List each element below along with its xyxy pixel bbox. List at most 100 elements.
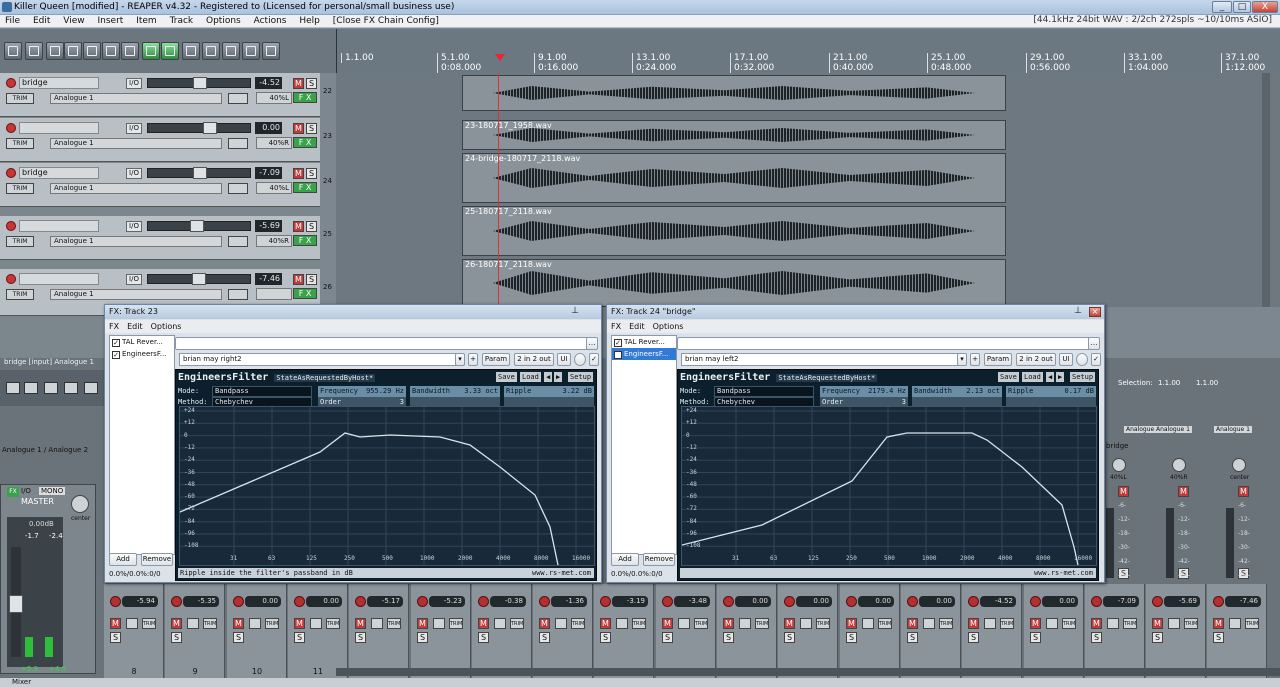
prev-preset-icon[interactable]: ◀	[1046, 372, 1055, 382]
trim-button[interactable]: TRIM	[878, 618, 892, 629]
mixer-strip[interactable]: 0.00 M S TRIM 11	[288, 584, 348, 678]
solo-button[interactable]: S	[171, 632, 182, 643]
item-grouping-icon[interactable]	[161, 42, 179, 60]
mute-button[interactable]: M	[293, 78, 304, 89]
menu-item[interactable]: Item	[131, 15, 162, 28]
phase-button[interactable]	[616, 618, 628, 629]
monitor-button[interactable]	[228, 236, 248, 247]
menu-actions[interactable]: Actions	[249, 15, 292, 28]
mute-button[interactable]: M	[662, 618, 673, 629]
solo-button[interactable]: S	[1091, 632, 1102, 643]
solo-button[interactable]: S	[306, 274, 317, 285]
trim-button[interactable]: TRIM	[1062, 618, 1076, 629]
phase-button[interactable]	[1107, 618, 1119, 629]
mixer-strip[interactable]: -5.69MSTRIM25	[1146, 584, 1206, 678]
fx-menu-fx[interactable]: FX	[607, 322, 625, 331]
stop-icon[interactable]	[24, 382, 38, 394]
setup-button[interactable]: Setup	[568, 372, 594, 382]
maximize-button[interactable]: □	[1233, 1, 1251, 13]
solo-button[interactable]: S	[306, 78, 317, 89]
solo-button[interactable]: S	[907, 632, 918, 643]
master-pan-knob[interactable]	[71, 495, 89, 513]
fx-window-track-24[interactable]: FX: Track 24 "bridge" ⊥ × FX Edit Options …	[606, 304, 1105, 583]
selection-end[interactable]: 1.1.00	[1196, 379, 1218, 387]
track-pan-control[interactable]	[256, 288, 292, 300]
record-arm-icon[interactable]	[907, 596, 918, 607]
right-strip-input[interactable]: Analogue 1	[1214, 426, 1252, 433]
mode-select[interactable]: Bandpass	[714, 386, 814, 397]
right-strip-fader[interactable]	[1166, 508, 1174, 578]
frequency-response-plot[interactable]: +24 +12 0 -12 -24 -36 -48 -60 -72 -84 -96 -108 31 63 1…	[681, 406, 1097, 566]
fx-chain-item[interactable]: ✓ TAL Rever...	[612, 336, 676, 348]
mute-button[interactable]: M	[907, 618, 918, 629]
play-icon[interactable]	[44, 382, 58, 394]
mixer-strip[interactable]: -5.23MSTRIM13	[411, 584, 471, 678]
right-strip-fader[interactable]	[1226, 508, 1234, 578]
auto-crossfade-icon[interactable]	[142, 42, 160, 60]
record-arm-icon[interactable]	[478, 596, 489, 607]
envelope-lock-icon[interactable]	[202, 42, 220, 60]
record-arm-icon[interactable]	[6, 168, 16, 178]
mixer-strip[interactable]: -5.35 M S TRIM 9	[165, 584, 225, 678]
preset-dropdown-arrow-icon[interactable]: ▾	[455, 353, 465, 366]
mute-button[interactable]: M	[968, 618, 979, 629]
bypass-checkbox[interactable]: ✓	[1091, 353, 1101, 366]
right-strip-pan-knob[interactable]	[1232, 458, 1246, 472]
track-input-select[interactable]: Analogue 1	[50, 138, 222, 149]
io-routing-button[interactable]: 2 in 2 out	[514, 353, 554, 366]
pin-icon[interactable]: ⊥	[571, 306, 579, 316]
horizontal-scrollbar[interactable]	[336, 668, 1280, 676]
record-arm-icon[interactable]	[417, 596, 428, 607]
track-header[interactable]: I/O 0.00 M S TRIM Analogue 1 40%R F X	[0, 118, 320, 162]
track-name-field[interactable]	[19, 220, 99, 232]
metronome-icon[interactable]	[121, 42, 139, 60]
record-arm-icon[interactable]	[1213, 596, 1224, 607]
track-io-button[interactable]: I/O	[126, 274, 142, 285]
mute-button[interactable]: M	[233, 618, 244, 629]
fx-chain-item[interactable]: ✓ TAL Rever...	[110, 336, 174, 348]
phase-button[interactable]	[249, 618, 261, 629]
track-volume-slider[interactable]	[147, 220, 251, 232]
track-io-button[interactable]: I/O	[126, 123, 142, 134]
mute-button[interactable]: M	[1213, 618, 1224, 629]
preset-dropdown[interactable]: brian may left2	[681, 353, 959, 366]
record-arm-icon[interactable]	[6, 221, 16, 231]
phase-button[interactable]	[126, 618, 138, 629]
record-arm-icon[interactable]	[539, 596, 550, 607]
trim-button[interactable]: TRIM	[6, 289, 34, 300]
redo-icon[interactable]	[102, 42, 120, 60]
fx-button[interactable]: F X	[293, 182, 317, 193]
phase-button[interactable]	[310, 618, 322, 629]
pause-icon[interactable]	[64, 382, 78, 394]
right-strip-input[interactable]: Analogue 1	[1154, 426, 1192, 433]
media-item[interactable]	[462, 75, 1006, 111]
menu-edit[interactable]: Edit	[28, 15, 55, 28]
monitor-button[interactable]	[228, 289, 248, 300]
phase-button[interactable]	[187, 618, 199, 629]
mixer-strip[interactable]: -0.38MSTRIM14	[472, 584, 532, 678]
fx-menu-edit[interactable]: Edit	[625, 322, 649, 331]
solo-button[interactable]: S	[417, 632, 428, 643]
ripple-slider[interactable]: Ripple 0.17 dB	[1006, 386, 1096, 397]
record-arm-icon[interactable]	[110, 596, 121, 607]
record-arm-icon[interactable]	[600, 596, 611, 607]
more-icon[interactable]: …	[1088, 337, 1100, 350]
record-arm-icon[interactable]	[1030, 596, 1041, 607]
phase-button[interactable]	[1229, 618, 1241, 629]
mixer-strip[interactable]: 0.00MSTRIM18	[717, 584, 777, 678]
loop-icon[interactable]	[242, 42, 260, 60]
load-button[interactable]: Load	[520, 372, 541, 382]
track-volume-slider[interactable]	[147, 273, 251, 285]
master-mono-button[interactable]: MONO	[39, 487, 66, 495]
track-name-field[interactable]	[19, 273, 99, 285]
phase-button[interactable]	[800, 618, 812, 629]
menu-file[interactable]: File	[0, 15, 25, 28]
phase-button[interactable]	[984, 618, 996, 629]
trim-button[interactable]: TRIM	[6, 93, 34, 104]
param-button[interactable]: Param	[482, 353, 510, 366]
remove-fx-button[interactable]: Remove	[643, 553, 675, 566]
close-icon[interactable]: ×	[1089, 307, 1101, 317]
setup-button[interactable]: Setup	[1070, 372, 1096, 382]
phase-button[interactable]	[862, 618, 874, 629]
right-strip-pan-knob[interactable]	[1112, 458, 1126, 472]
